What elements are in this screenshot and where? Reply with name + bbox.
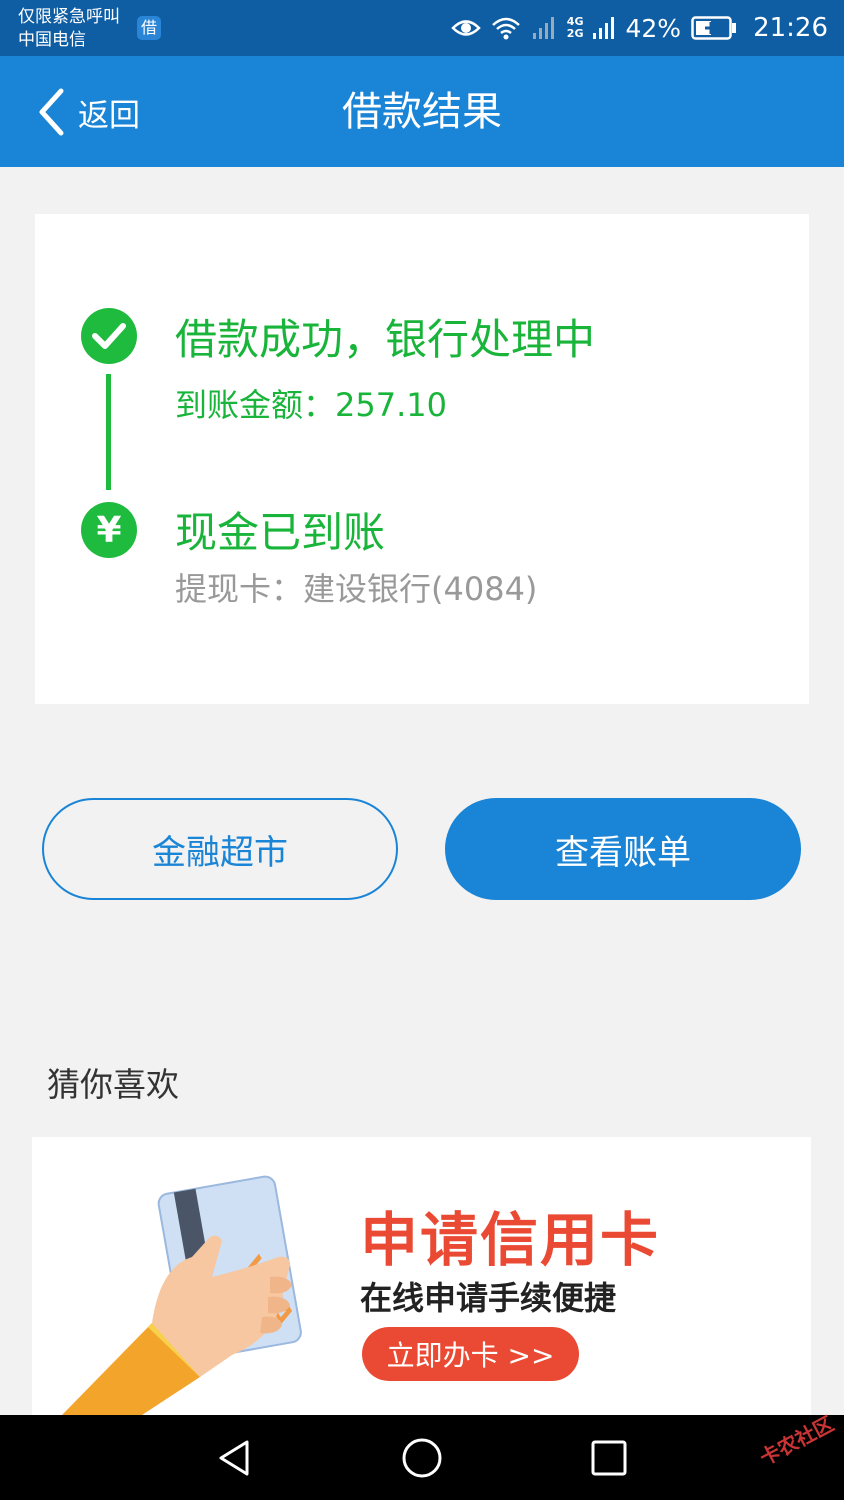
home-key[interactable] <box>397 1433 447 1483</box>
yen-icon: ¥ <box>81 502 137 558</box>
watermark: 卡农社区 <box>755 1411 838 1471</box>
back-key[interactable] <box>210 1433 260 1483</box>
view-bill-button[interactable]: 查看账单 <box>445 798 801 900</box>
loan-result-card: 借款成功，银行处理中 到账金额：257.10 ¥ 现金已到账 提现卡：建设银行(… <box>35 214 809 704</box>
system-navigation-bar: 卡农社区 <box>0 1411 844 1500</box>
progress-connector <box>106 374 111 490</box>
step-1-title: 借款成功，银行处理中 <box>175 315 596 364</box>
recents-key[interactable] <box>584 1433 634 1483</box>
signal-icon <box>593 17 615 39</box>
circle-home-icon <box>402 1438 442 1478</box>
credit-card-banner[interactable]: VISA 申请信用卡 在线申请手续便捷 立即办卡 >> <box>32 1137 811 1415</box>
check-icon <box>81 308 137 364</box>
top-navbar: 返回 借款结果 <box>0 56 844 167</box>
status-icons: 4G 2G 42% 21:26 <box>451 11 828 45</box>
step-2-card-info: 提现卡：建设银行(4084) <box>175 570 538 608</box>
signal-empty-icon <box>532 17 554 39</box>
carrier-line-1: 仅限紧急呼叫 <box>18 7 120 27</box>
clock: 21:26 <box>753 13 828 43</box>
battery-charging-icon <box>691 16 737 40</box>
page-title: 借款结果 <box>342 89 502 135</box>
apply-card-button[interactable]: 立即办卡 >> <box>362 1327 579 1381</box>
battery-percent: 42% <box>625 13 682 43</box>
recommend-section-title: 猜你喜欢 <box>47 1065 179 1104</box>
banner-headline: 申请信用卡 <box>360 1206 661 1274</box>
carrier-line-2: 中国电信 <box>18 30 86 50</box>
hand-holding-card-illustration: VISA <box>62 1175 302 1415</box>
eye-icon <box>451 20 481 36</box>
carrier-info: 仅限紧急呼叫 中国电信 <box>18 6 120 52</box>
banner-subline: 在线申请手续便捷 <box>360 1279 617 1317</box>
status-bar: 仅限紧急呼叫 中国电信 借 4G 2G 42% 21:26 <box>0 0 844 56</box>
wifi-icon <box>491 17 520 40</box>
app-notification-icon: 借 <box>137 16 161 40</box>
finance-market-button[interactable]: 金融超市 <box>42 798 398 900</box>
step-1-amount: 到账金额：257.10 <box>175 386 447 424</box>
square-recents-icon <box>591 1440 627 1476</box>
network-type-label: 4G 2G <box>566 15 584 40</box>
triangle-back-icon <box>219 1440 249 1476</box>
step-2-title: 现金已到账 <box>175 508 386 557</box>
